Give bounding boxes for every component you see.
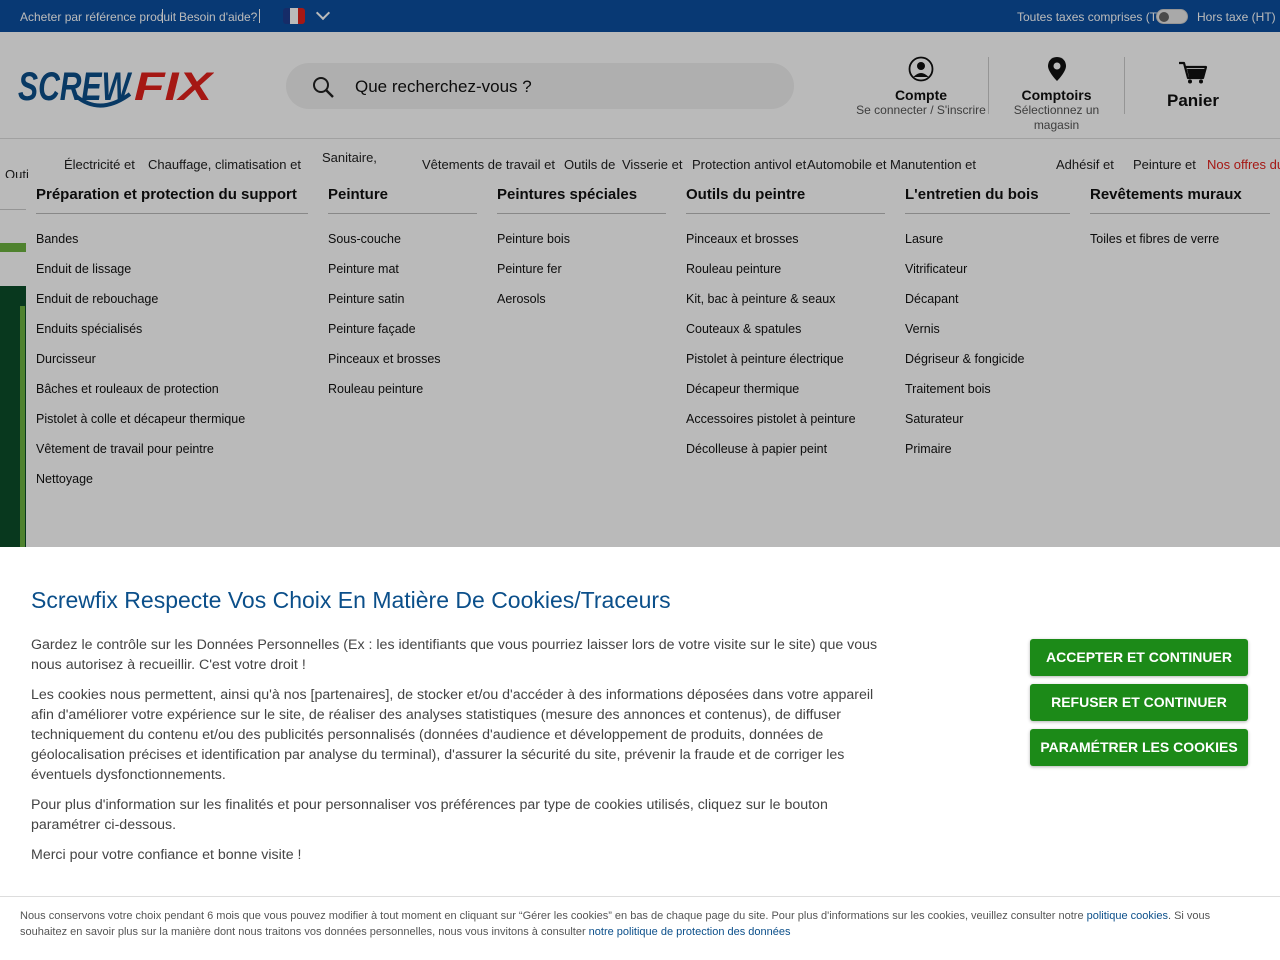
data-protection-policy-link[interactable]: notre politique de protection des donnée… <box>589 926 791 938</box>
refuse-cookies-button[interactable]: REFUSER ET CONTINUER <box>1030 684 1248 721</box>
cookie-title: Screwfix Respecte Vos Choix En Matière D… <box>31 587 671 613</box>
footer-text: Nous conservons votre choix pendant 6 mo… <box>20 910 1087 922</box>
modal-backdrop <box>0 0 1280 547</box>
cookie-policy-link[interactable]: politique cookies <box>1087 910 1168 922</box>
cookie-text: Gardez le contrôle sur les Données Perso… <box>31 635 881 875</box>
cookie-consent-panel: Screwfix Respecte Vos Choix En Matière D… <box>0 547 1280 960</box>
cookie-paragraph: Pour plus d'information sur les finalité… <box>31 797 828 833</box>
cookie-paragraph: Merci pour votre confiance et bonne visi… <box>31 847 302 863</box>
cookie-footer-note: Nous conservons votre choix pendant 6 mo… <box>0 896 1280 960</box>
cookie-paragraph: Gardez le contrôle sur les Données Perso… <box>31 637 878 673</box>
cookie-settings-button[interactable]: PARAMÉTRER LES COOKIES <box>1030 729 1248 766</box>
accept-cookies-button[interactable]: ACCEPTER ET CONTINUER <box>1030 639 1248 676</box>
cookie-paragraph: Les cookies nous permettent, ainsi qu'à … <box>31 687 874 783</box>
